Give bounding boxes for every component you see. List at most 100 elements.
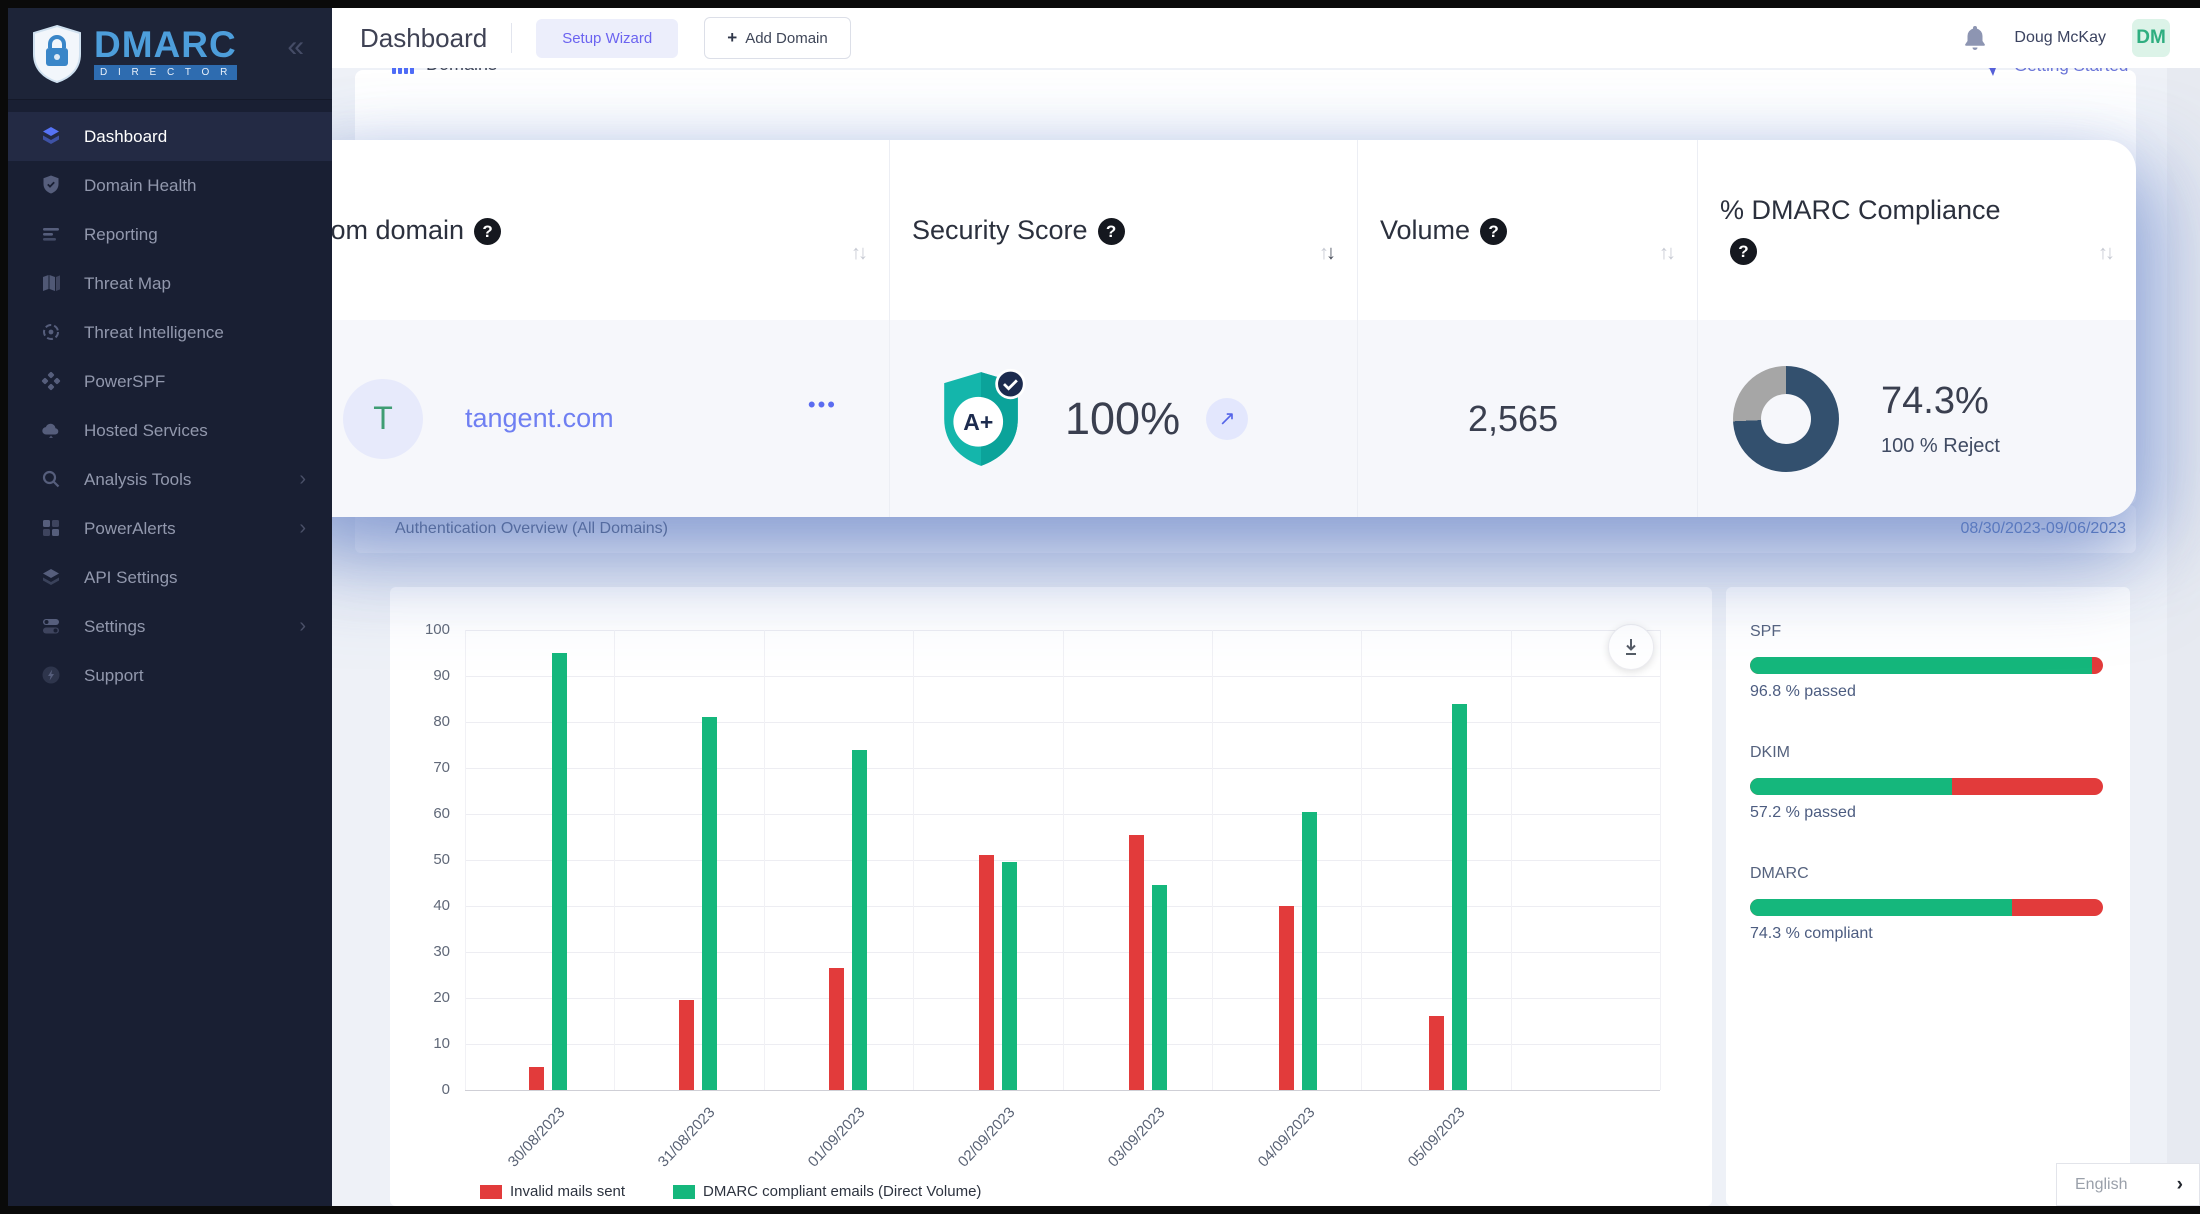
sidebar-item-reporting[interactable]: Reporting <box>8 210 332 259</box>
security-score-value: 100% <box>1065 393 1180 445</box>
x-axis-tick: 05/09/2023 <box>1374 1104 1468 1203</box>
date-range[interactable]: 08/30/2023-09/06/2023 <box>1961 520 2126 538</box>
brand-logo: DMARC D I R E C T O R « <box>8 8 332 100</box>
help-icon[interactable]: ? <box>1098 218 1125 245</box>
bar-compliant <box>702 717 717 1090</box>
divider <box>511 23 512 53</box>
gridline <box>465 1090 1660 1091</box>
scrollbar-track[interactable] <box>2167 8 2200 1206</box>
sidebar-item-threat-map[interactable]: Threat Map <box>8 259 332 308</box>
sidebar-item-support[interactable]: Support <box>8 651 332 700</box>
sidebar-item-powerspf[interactable]: PowerSPF <box>8 357 332 406</box>
sidebar-item-api-settings[interactable]: API Settings <box>8 553 332 602</box>
y-axis-tick: 100 <box>390 621 450 638</box>
auth-summary-panel: SPF 96.8 % passed DKIM 57.2 % passed DMA… <box>1726 587 2130 1206</box>
legend-swatch <box>480 1185 502 1199</box>
compliance-note: 100 % Reject <box>1881 435 2000 458</box>
bar-invalid <box>1279 906 1294 1090</box>
help-icon[interactable]: ? <box>474 218 501 245</box>
sidebar: DMARC D I R E C T O R « Dashboard Domain… <box>8 8 332 1206</box>
brand-subtitle: D I R E C T O R <box>94 65 237 80</box>
y-axis-tick: 30 <box>390 943 450 960</box>
download-chart-button[interactable] <box>1608 624 1654 670</box>
top-bar: Dashboard Setup Wizard + Add Domain Doug… <box>332 8 2200 68</box>
sidebar-item-analysis-tools[interactable]: Analysis Tools › <box>8 455 332 504</box>
y-axis-tick: 70 <box>390 759 450 776</box>
gridline <box>1511 630 1512 1090</box>
gridline <box>913 630 914 1090</box>
legend-item: Invalid mails sent <box>480 1183 625 1200</box>
sidebar-item-settings[interactable]: Settings › <box>8 602 332 651</box>
sidebar-item-hosted-services[interactable]: Hosted Services <box>8 406 332 455</box>
cloud-icon <box>40 419 64 443</box>
x-axis-tick: 03/09/2023 <box>1074 1104 1168 1203</box>
sidebar-item-domain-health[interactable]: Domain Health <box>8 161 332 210</box>
chevron-right-icon: › <box>299 468 306 491</box>
y-axis-tick: 0 <box>390 1081 450 1098</box>
gridline <box>764 630 765 1090</box>
bar-compliant <box>852 750 867 1090</box>
layers-icon <box>40 125 64 149</box>
chevron-right-icon: › <box>299 517 306 540</box>
gridline <box>1660 630 1661 1090</box>
sidebar-item-dashboard[interactable]: Dashboard <box>8 112 332 161</box>
dmarc-metric: DMARC 74.3 % compliant <box>1750 865 2103 943</box>
sort-icon[interactable]: ↑↓ <box>851 242 865 265</box>
user-name[interactable]: Doug McKay <box>2014 29 2106 47</box>
target-icon <box>40 321 64 345</box>
column-header-volume[interactable]: Volume? ↑↓ <box>1358 140 1698 320</box>
layers-icon <box>40 566 64 590</box>
help-icon[interactable]: ? <box>1480 218 1507 245</box>
column-header-from-domain[interactable]: From domain? ↑↓ <box>283 140 890 320</box>
window-frame <box>0 0 8 1214</box>
spf-metric: SPF 96.8 % passed <box>1750 623 2103 701</box>
compliance-percent: 74.3% <box>1881 380 2000 423</box>
sidebar-collapse-icon[interactable]: « <box>287 32 304 62</box>
arrow-up-right-icon: ↗ <box>1219 406 1236 431</box>
sort-icon[interactable]: ↑↓ <box>2098 242 2112 265</box>
column-header-security-score[interactable]: Security Score? ↑↓ <box>890 140 1358 320</box>
gridline <box>614 630 615 1090</box>
plus-icon: + <box>727 28 737 48</box>
sidebar-item-poweralerts[interactable]: PowerAlerts › <box>8 504 332 553</box>
row-menu-icon[interactable]: ••• <box>808 392 837 418</box>
cluster-icon <box>40 370 64 394</box>
y-axis-tick: 90 <box>390 667 450 684</box>
sort-icon[interactable]: ↑↓ <box>1659 242 1673 265</box>
search-icon <box>40 468 64 492</box>
grade-text: A+ <box>963 409 993 435</box>
x-axis-tick: 04/09/2023 <box>1224 1104 1318 1203</box>
metric-label: DMARC <box>1750 865 2103 883</box>
bolt-icon <box>40 664 64 688</box>
bar-invalid <box>1429 1016 1444 1090</box>
table-header-row: From domain? ↑↓ Security Score? ↑↓ Volum… <box>283 140 2136 320</box>
user-avatar[interactable]: DM <box>2132 19 2170 57</box>
dmarc-dashboard-screen: DMARC D I R E C T O R « Dashboard Domain… <box>0 0 2200 1214</box>
y-axis-tick: 10 <box>390 1035 450 1052</box>
chevron-right-icon: › <box>299 615 306 638</box>
bar-invalid <box>679 1000 694 1090</box>
setup-wizard-button[interactable]: Setup Wizard <box>536 19 678 58</box>
sidebar-nav: Dashboard Domain Health Reporting Threat… <box>8 112 332 700</box>
domain-table-card: From domain? ↑↓ Security Score? ↑↓ Volum… <box>283 140 2136 517</box>
notifications-bell-icon[interactable] <box>1962 24 1988 52</box>
legend-swatch <box>673 1185 695 1199</box>
dmarc-progress-bar <box>1750 899 2103 916</box>
sort-icon[interactable]: ↑↓ <box>1319 242 1333 265</box>
legend-item: DMARC compliant emails (Direct Volume) <box>673 1183 981 1200</box>
gridline <box>465 630 466 1090</box>
domains-card-header: Domains <box>392 66 497 90</box>
volume-value: 2,565 <box>1468 398 1558 440</box>
column-header-dmarc-compliance[interactable]: % DMARC Compliance? ↑↓ <box>1698 140 2136 320</box>
compliance-donut-chart <box>1733 366 1839 472</box>
domain-link[interactable]: tangent.com <box>465 403 614 434</box>
sidebar-item-threat-intelligence[interactable]: Threat Intelligence <box>8 308 332 357</box>
getting-started-link[interactable]: Getting Started <box>1978 66 2128 90</box>
add-domain-button[interactable]: + Add Domain <box>704 17 850 59</box>
language-selector[interactable]: English › <box>2056 1163 2200 1206</box>
table-row: T tangent.com ••• A+ 100% ↗ 2,565 <box>283 320 2136 517</box>
open-score-button[interactable]: ↗ <box>1206 398 1248 440</box>
spf-progress-bar <box>1750 657 2103 674</box>
help-icon[interactable]: ? <box>1730 238 1757 265</box>
dkim-metric: DKIM 57.2 % passed <box>1750 744 2103 822</box>
